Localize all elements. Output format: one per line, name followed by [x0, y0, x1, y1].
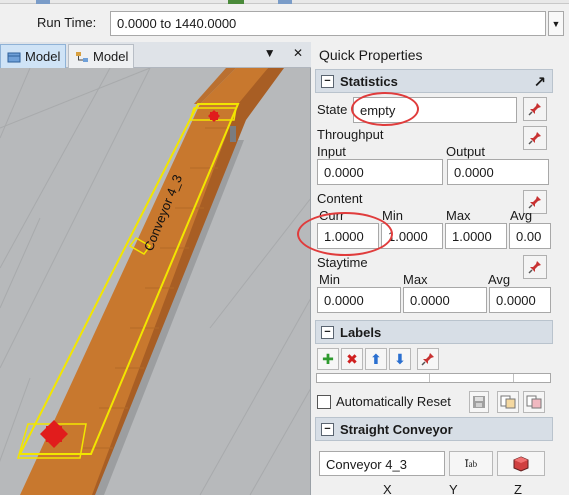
auto-reset-label: Automatically Reset [336, 394, 451, 409]
object-name-field[interactable]: Conveyor 4_3 [319, 451, 445, 476]
throughput-label: Throughput [317, 127, 384, 142]
save-icon [473, 396, 485, 408]
tab-label: Model [93, 49, 129, 64]
quick-properties-panel: Quick Properties − Statistics ↗ State em… [297, 42, 569, 495]
runtime-dropdown-button[interactable]: ▼ [548, 11, 564, 36]
content-max-field: 1.0000 [445, 223, 507, 249]
pin-icon [528, 261, 541, 274]
content-col-max: Max [446, 208, 471, 223]
pin-button[interactable] [523, 126, 547, 150]
delete-icon: ✖ [346, 350, 358, 367]
staytime-col-avg: Avg [488, 272, 511, 287]
staytime-label: Staytime [317, 255, 368, 270]
remove-label-button[interactable]: ✖ [341, 348, 363, 370]
pin-icon [528, 196, 541, 209]
arrow-up-icon: ⬆ [370, 350, 382, 367]
view-tab-bar: Model Model ▼ ✕ [0, 42, 311, 68]
collapse-icon[interactable]: − [321, 325, 334, 339]
pin-button[interactable] [523, 97, 547, 121]
tab-label: Model [25, 49, 61, 64]
input-label: Input [317, 144, 346, 159]
pin-icon [421, 353, 434, 366]
staytime-col-min: Min [319, 272, 340, 287]
tab-model-1[interactable]: Model [0, 44, 66, 68]
pin-icon [528, 103, 541, 116]
paste-labels-icon [526, 395, 542, 409]
content-col-min: Min [382, 208, 403, 223]
move-down-button[interactable]: ⬇ [389, 348, 411, 370]
labels-table[interactable] [316, 373, 551, 383]
expand-arrow-icon[interactable]: ↗ [533, 73, 546, 91]
straight-conveyor-section-header[interactable]: − Straight Conveyor [315, 417, 553, 441]
add-label-button[interactable]: ✚ [317, 348, 339, 370]
labels-section-header[interactable]: − Labels [315, 320, 553, 344]
tab-tools: ▼ ✕ [250, 46, 303, 60]
output-field: 0.0000 [447, 159, 549, 185]
panel-title: Quick Properties [319, 47, 423, 63]
copy-labels-icon [500, 395, 516, 409]
axis-y-label: Y [449, 482, 458, 495]
arrow-down-icon: ⬇ [394, 350, 406, 367]
collapse-icon[interactable]: − [321, 422, 334, 436]
runtime-bar: Run Time: 0.0000 to 1440.0000 ▼ [0, 4, 569, 40]
move-up-button[interactable]: ⬆ [365, 348, 387, 370]
text-label-icon: Īab [464, 457, 478, 470]
model-view-icon [7, 51, 21, 63]
content-avg-field: 0.00 [509, 223, 551, 249]
highlight-ellipse [351, 92, 419, 126]
axis-z-label: Z [514, 482, 522, 495]
labels-header-label: Labels [340, 324, 382, 340]
paste-labels-button[interactable] [523, 391, 545, 413]
model-3d-view[interactable]: Conveyor 4_3 [0, 68, 311, 495]
conveyor-scene: Conveyor 4_3 [0, 68, 310, 495]
plus-icon: ✚ [322, 350, 334, 367]
staytime-max-field: 0.0000 [403, 287, 487, 313]
model-tree-icon [75, 51, 89, 63]
pin-label-button[interactable] [417, 348, 439, 370]
tab-model-2[interactable]: Model [68, 44, 134, 68]
auto-reset-checkbox[interactable] [317, 395, 331, 409]
chevron-down-icon[interactable]: ▼ [264, 46, 276, 60]
copy-labels-button[interactable] [497, 391, 519, 413]
statistics-section-header[interactable]: − Statistics ↗ [315, 69, 553, 93]
runtime-field[interactable]: 0.0000 to 1440.0000 [110, 11, 546, 36]
cube-icon [513, 455, 529, 472]
object-color-button[interactable] [497, 451, 545, 476]
pin-icon [528, 132, 541, 145]
output-label: Output [446, 144, 486, 159]
axis-x-label: X [383, 482, 392, 495]
name-label-button[interactable]: Īab [449, 451, 493, 476]
staytime-col-max: Max [403, 272, 428, 287]
close-icon[interactable]: ✕ [293, 46, 303, 60]
staytime-min-field: 0.0000 [317, 287, 401, 313]
runtime-label: Run Time: [37, 15, 97, 30]
input-field: 0.0000 [317, 159, 443, 185]
collapse-icon[interactable]: − [321, 74, 334, 88]
straight-conveyor-header-label: Straight Conveyor [340, 421, 453, 437]
content-label: Content [317, 191, 363, 206]
highlight-ellipse [297, 212, 393, 256]
statistics-header-label: Statistics [340, 73, 398, 89]
state-label: State [317, 102, 348, 117]
save-button[interactable] [469, 391, 489, 413]
content-col-avg: Avg [510, 208, 533, 223]
staytime-avg-field: 0.0000 [489, 287, 551, 313]
pin-button[interactable] [523, 255, 547, 279]
